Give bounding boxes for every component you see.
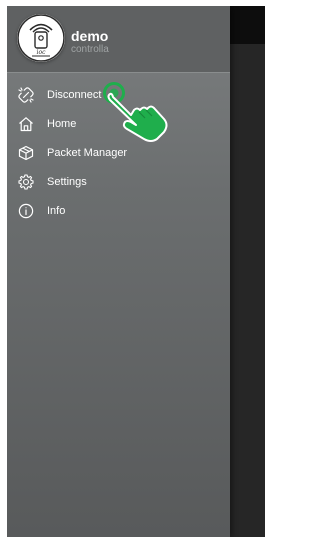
user-subtitle: controlla: [71, 44, 109, 55]
unlink-icon: [18, 86, 34, 103]
svg-text:ioc: ioc: [37, 49, 47, 56]
menu-item-disconnect[interactable]: Disconnect: [7, 80, 230, 109]
navigation-drawer: ioc demo controlla Disconnect Home Packe…: [7, 6, 230, 537]
menu-item-home[interactable]: Home: [7, 109, 230, 138]
menu-item-packet-manager[interactable]: Packet Manager: [7, 138, 230, 167]
drawer-menu: Disconnect Home Packet Manager Settings …: [7, 80, 230, 225]
drawer-header: ioc demo controlla: [7, 6, 230, 73]
menu-label-disconnect: Disconnect: [47, 88, 102, 101]
home-icon: [18, 116, 34, 132]
menu-label-info: Info: [47, 204, 66, 217]
menu-label-packet-manager: Packet Manager: [47, 146, 128, 159]
app-frame: ioc demo controlla Disconnect Home Packe…: [7, 6, 265, 537]
menu-label-home: Home: [47, 117, 77, 130]
scrim-backdrop[interactable]: [230, 44, 265, 537]
menu-label-settings: Settings: [47, 175, 87, 188]
menu-item-info[interactable]: Info: [7, 196, 230, 225]
package-icon: [18, 145, 34, 161]
user-name: demo: [71, 28, 109, 44]
app-bar-backdrop: [230, 6, 265, 44]
menu-item-settings[interactable]: Settings: [7, 167, 230, 196]
info-icon: [18, 203, 34, 219]
gear-icon: [18, 173, 34, 190]
device-logo-icon: ioc: [17, 14, 65, 62]
